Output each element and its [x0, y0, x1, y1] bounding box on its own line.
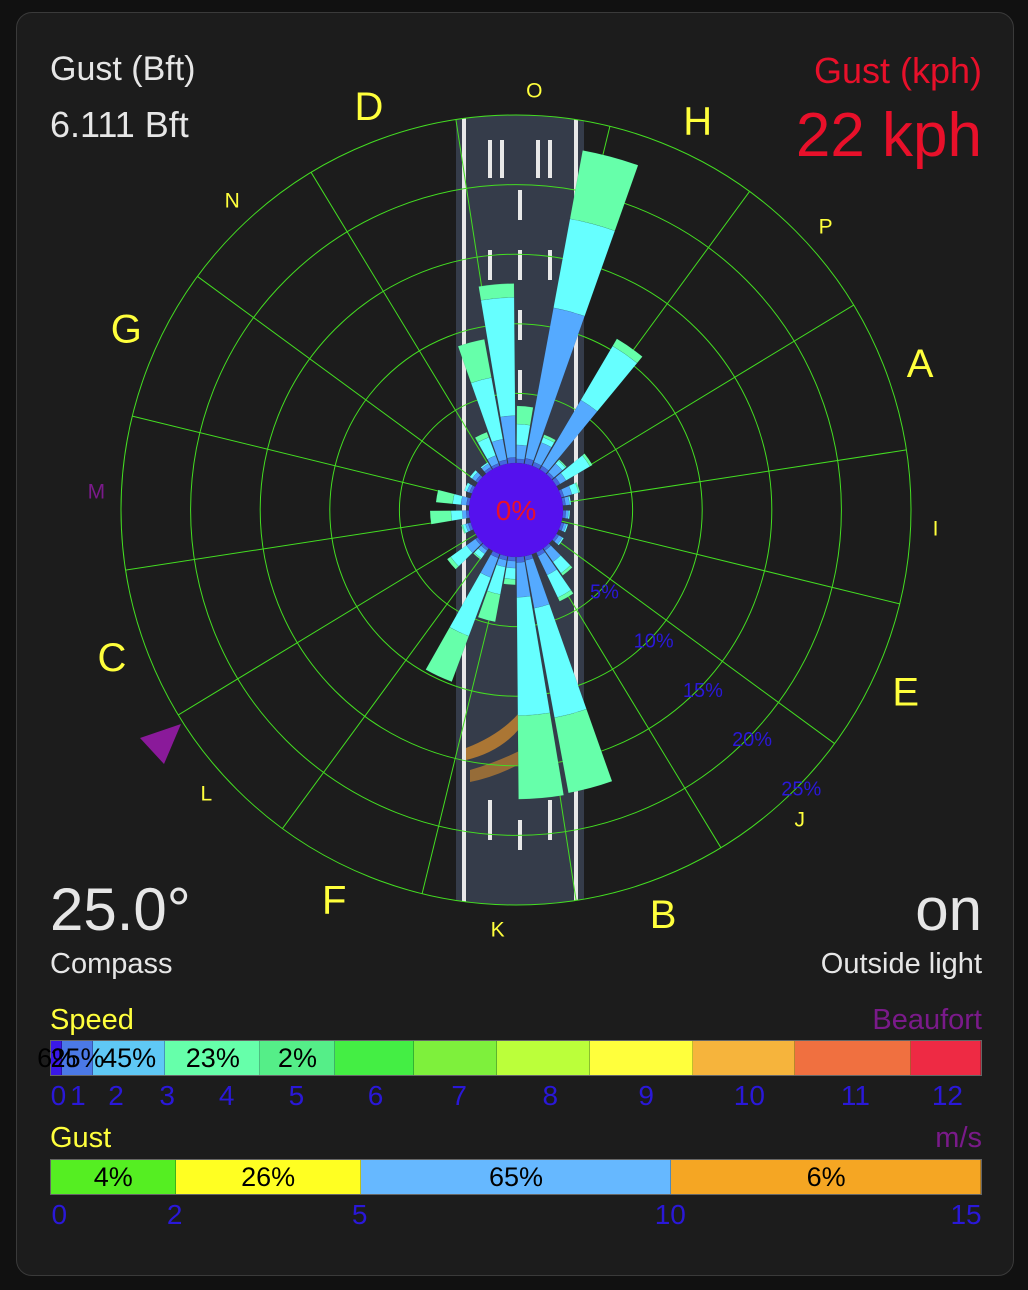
compass-label: Compass — [50, 948, 173, 980]
scale-tick-label: 11 — [840, 1080, 870, 1111]
scale-tick-label: 0 — [50, 1080, 67, 1111]
scale-segment-label: 45% — [102, 1043, 157, 1073]
direction-label: J — [794, 809, 805, 832]
speed-title: Speed — [50, 1004, 134, 1036]
rose-sector-segment — [507, 457, 516, 464]
gust-unit: m/s — [935, 1122, 982, 1154]
scale-segment-label: 65% — [488, 1162, 544, 1192]
direction-label: H — [683, 99, 712, 143]
center-label: 0% — [496, 495, 536, 526]
wind-rose-chart: 0% H P A I E J B K F L C M G N D O 5% 10% 15% 20% 25% — [88, 79, 939, 942]
scale-segment — [334, 1041, 414, 1075]
direction-label: B — [650, 893, 677, 937]
scale-tick-label: 9 — [638, 1080, 654, 1111]
direction-label: N — [225, 189, 240, 212]
grid-spoke — [132, 415, 471, 500]
rose-sector-segment — [504, 567, 516, 580]
outside-light-value: on — [915, 876, 982, 943]
scale-segment-label: 26% — [241, 1162, 296, 1192]
scale-segment — [497, 1041, 591, 1075]
compass-value: 25.0° — [50, 876, 191, 943]
scale-segment-label: 4% — [93, 1162, 133, 1192]
gust-distribution-bar: 4% 26% 65% 6% — [50, 1159, 982, 1195]
outside-light-label: Outside light — [820, 948, 982, 980]
direction-label: M — [88, 481, 106, 504]
scale-tick-label: 1 — [70, 1080, 86, 1111]
radial-tick-label: 5% — [590, 581, 619, 603]
speed-distribution-bar: 6% 25% 45% 23% 2% — [37, 1040, 982, 1076]
radial-tick-label: 10% — [634, 631, 674, 653]
radial-tick-label: 20% — [732, 729, 772, 751]
scale-tick-label: 8 — [542, 1080, 559, 1111]
grid-spoke — [197, 276, 479, 483]
grid-spoke — [553, 537, 835, 744]
scale-segment — [795, 1041, 912, 1075]
scale-tick-label: 10 — [654, 1199, 686, 1230]
scale-segment — [692, 1041, 795, 1075]
rose-sector-segment — [429, 510, 453, 525]
direction-label: I — [933, 517, 939, 540]
compass-pointer-icon — [140, 724, 181, 764]
grid-spoke — [125, 516, 470, 571]
rose-sector-segment — [435, 489, 455, 505]
scale-tick-label: 5 — [288, 1080, 305, 1111]
scale-segment — [413, 1041, 498, 1075]
direction-label: P — [819, 215, 833, 238]
rose-sector-segment — [506, 560, 516, 569]
scale-segment — [590, 1041, 693, 1075]
scale-segment-label: 6% — [806, 1162, 846, 1192]
radial-tick-label: 25% — [781, 778, 821, 800]
scale-tick-label: 12 — [931, 1080, 964, 1111]
scale-tick-label: 15 — [950, 1199, 982, 1230]
grid-spoke — [562, 449, 907, 504]
grid-spoke — [178, 533, 477, 716]
rose-sector-segment — [569, 150, 639, 232]
scale-tick-label: 2 — [108, 1080, 124, 1111]
scale-tick-label: 2 — [166, 1199, 183, 1230]
rose-sector-segment — [516, 556, 525, 563]
scale-segment-label: 25% — [50, 1043, 105, 1073]
direction-label: K — [491, 919, 505, 942]
direction-label: A — [907, 342, 934, 386]
scale-tick-label: 6 — [367, 1080, 384, 1111]
scale-tick-label: 3 — [159, 1080, 175, 1111]
scale-tick-label: 10 — [733, 1080, 765, 1111]
radial-tick-label: 15% — [683, 680, 723, 702]
scale-tick-label: 0 — [51, 1199, 68, 1230]
rose-sector-segment — [516, 405, 534, 426]
direction-label: C — [97, 636, 126, 680]
direction-label: F — [322, 879, 346, 923]
scale-segment-label: 2% — [277, 1043, 317, 1073]
direction-label: L — [200, 783, 212, 806]
speed-unit: Beaufort — [872, 1004, 982, 1036]
scale-segment-label: 23% — [185, 1043, 240, 1073]
scale-tick-label: 4 — [218, 1080, 235, 1111]
scale-tick-label: 5 — [351, 1199, 368, 1230]
rose-sector-segment — [450, 510, 464, 522]
scale-tick-label: 7 — [451, 1080, 467, 1111]
direction-label: G — [111, 307, 142, 351]
scale-segment — [911, 1041, 981, 1075]
rose-sector-segment — [503, 578, 516, 586]
direction-label: E — [892, 671, 919, 715]
direction-label: O — [526, 79, 542, 102]
gust-title: Gust — [50, 1122, 112, 1154]
direction-label: D — [354, 85, 383, 129]
